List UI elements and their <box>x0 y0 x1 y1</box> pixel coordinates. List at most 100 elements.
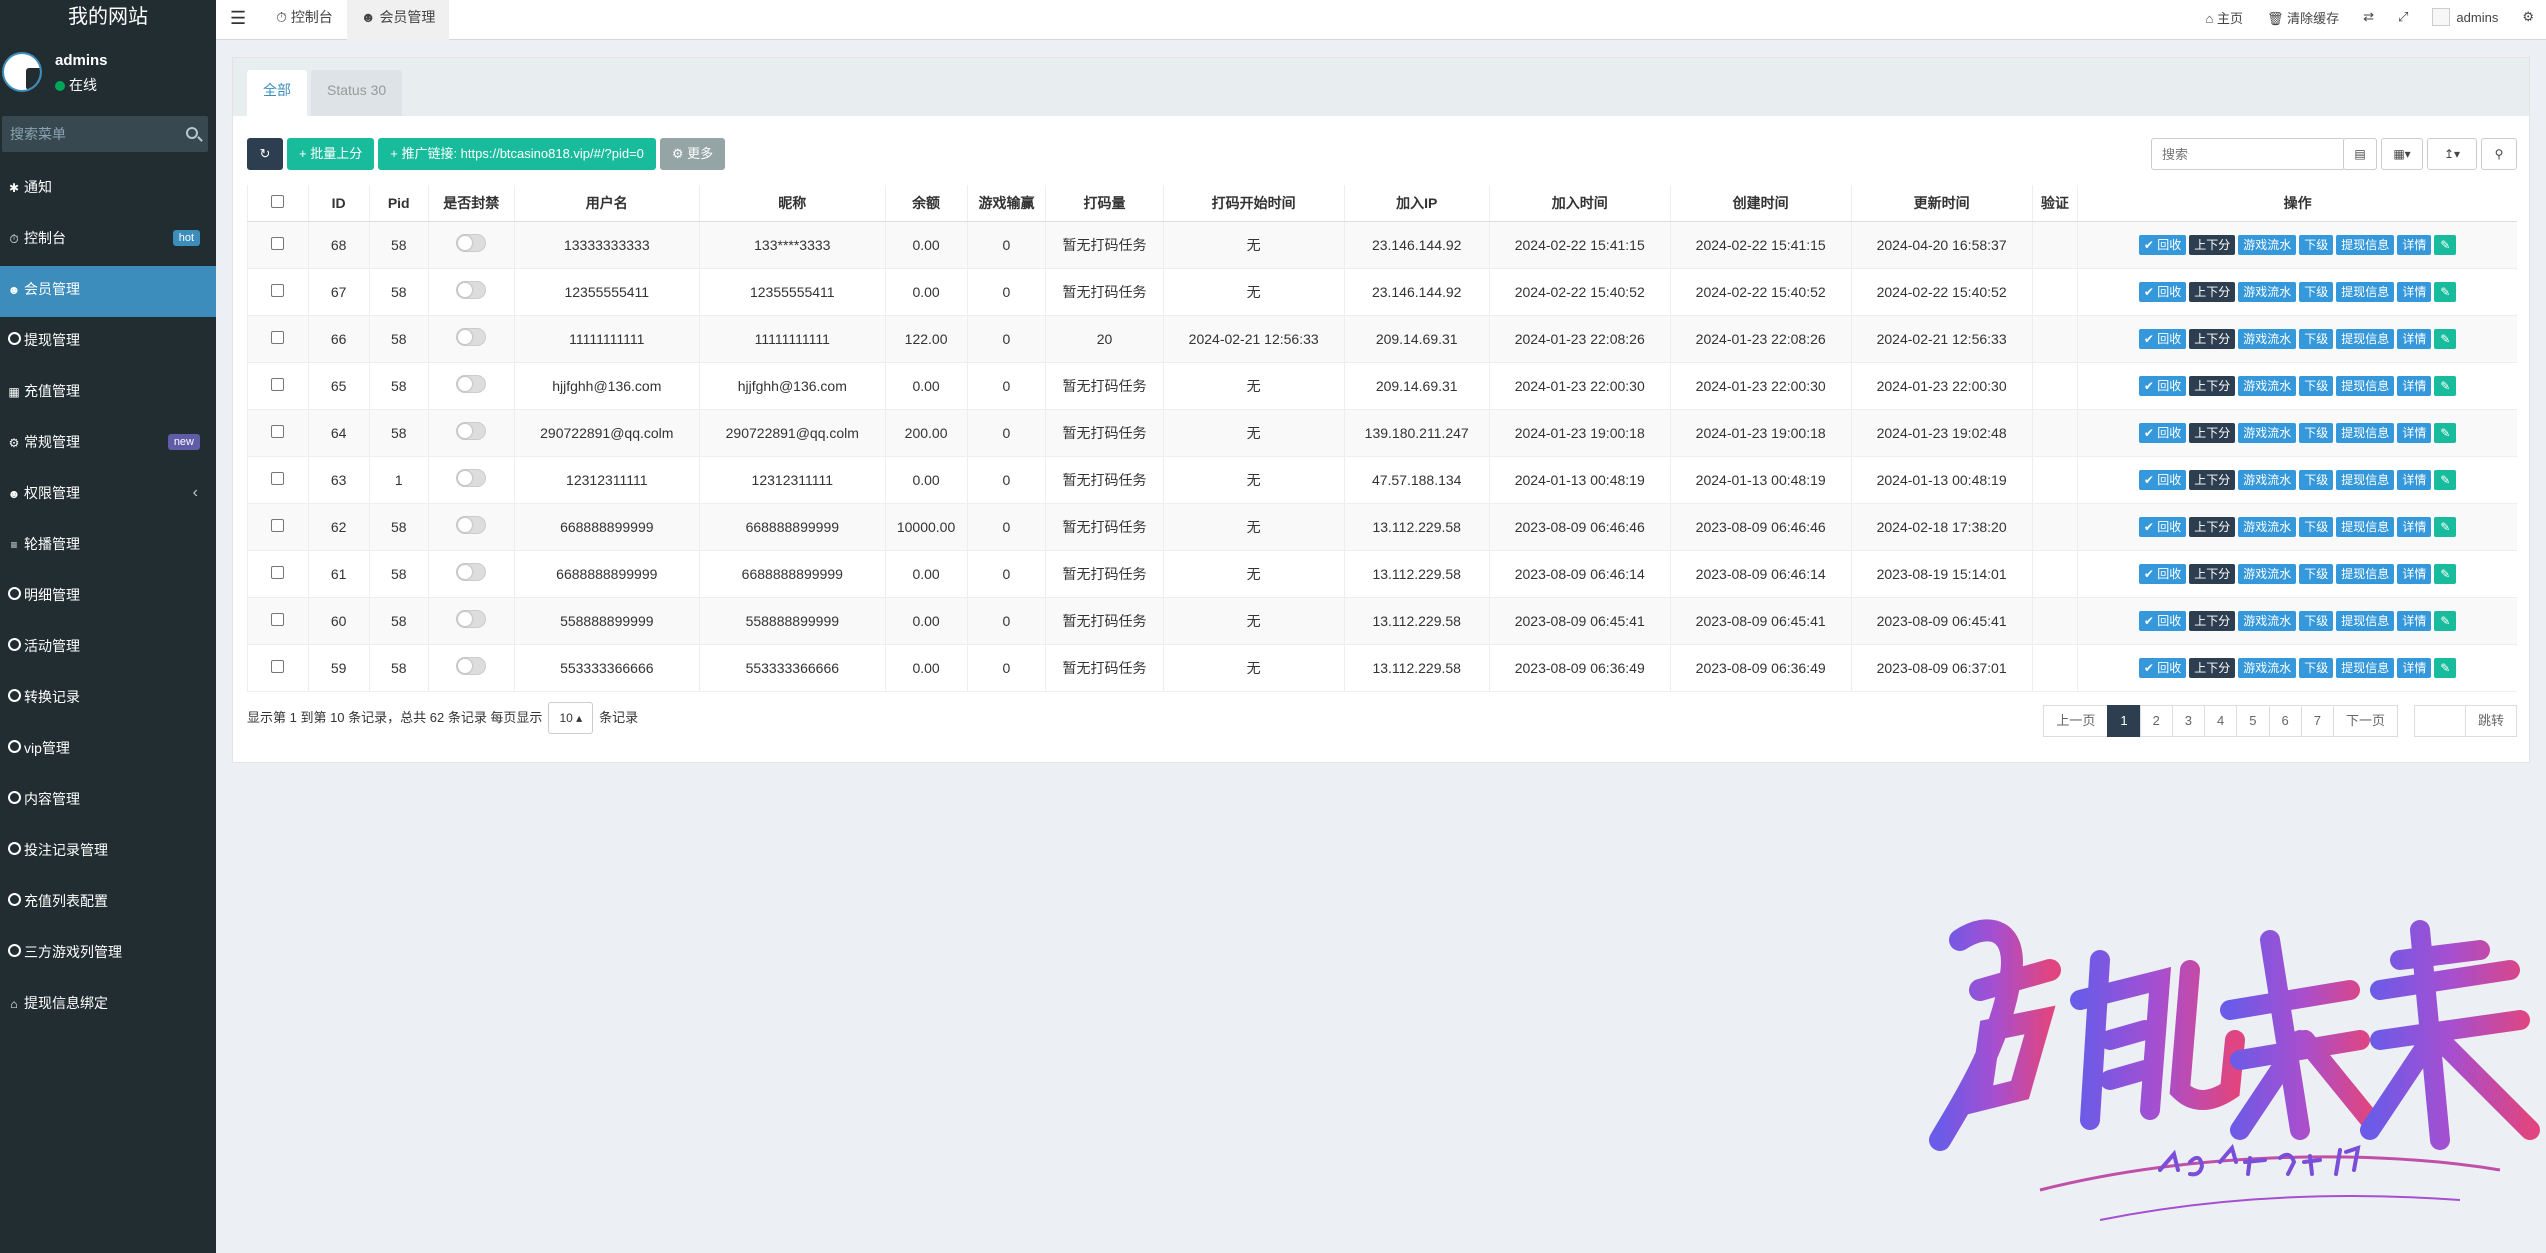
details-button[interactable]: 详情 <box>2397 610 2432 631</box>
sidebar-item-6[interactable]: ☻ 权限管理 ‹ <box>0 470 216 521</box>
row-checkbox[interactable] <box>271 283 285 297</box>
column-header[interactable]: 余额 <box>884 185 968 222</box>
game-flow-button[interactable]: 游戏流水 <box>2238 657 2297 678</box>
row-checkbox[interactable] <box>271 377 285 391</box>
game-flow-button[interactable]: 游戏流水 <box>2238 328 2297 349</box>
recycle-button[interactable]: ✔ 回收 <box>2138 469 2187 490</box>
jump-button[interactable]: 跳转 <box>2464 705 2517 737</box>
column-header[interactable]: 加入时间 <box>1488 185 1671 222</box>
adjust-credit-button[interactable]: 上下分 <box>2189 328 2236 349</box>
adjust-credit-button[interactable]: 上下分 <box>2189 375 2236 396</box>
column-header[interactable]: 验证 <box>2031 185 2078 222</box>
recycle-button[interactable]: ✔ 回收 <box>2138 657 2187 678</box>
withdraw-info-button[interactable]: 提现信息 <box>2336 469 2395 490</box>
export-button[interactable]: ↥▾ <box>2427 138 2477 170</box>
details-button[interactable]: 详情 <box>2397 375 2432 396</box>
withdraw-info-button[interactable]: 提现信息 <box>2336 610 2395 631</box>
ban-toggle[interactable] <box>456 657 487 675</box>
sidebar-item-3[interactable]: 提现管理 <box>0 317 216 368</box>
subordinates-button[interactable]: 下级 <box>2299 375 2334 396</box>
details-button[interactable]: 详情 <box>2397 469 2432 490</box>
ban-toggle[interactable] <box>456 469 487 487</box>
column-header[interactable]: 创建时间 <box>1669 185 1852 222</box>
column-header[interactable]: Pid <box>368 185 429 222</box>
row-checkbox[interactable] <box>271 330 285 344</box>
game-flow-button[interactable]: 游戏流水 <box>2238 469 2297 490</box>
page-4-button[interactable]: 4 <box>2204 705 2238 737</box>
ban-toggle[interactable] <box>456 375 487 393</box>
tab-dashboard[interactable]: ⏱ 控制台 <box>262 0 347 40</box>
recycle-button[interactable]: ✔ 回收 <box>2138 516 2187 537</box>
details-button[interactable]: 详情 <box>2397 657 2432 678</box>
sidebar-item-10[interactable]: 转换记录 <box>0 674 216 725</box>
sidebar-item-5[interactable]: ⚙ 常规管理 new <box>0 419 216 470</box>
details-button[interactable]: 详情 <box>2397 422 2432 443</box>
edit-button[interactable]: ✎ <box>2434 516 2457 537</box>
details-button[interactable]: 详情 <box>2397 234 2432 255</box>
subordinates-button[interactable]: 下级 <box>2299 563 2334 584</box>
subordinates-button[interactable]: 下级 <box>2299 234 2334 255</box>
withdraw-info-button[interactable]: 提现信息 <box>2336 375 2395 396</box>
page-size-select[interactable]: 10 ▴ <box>548 702 594 734</box>
clear-cache-button[interactable]: 🗑 清除缓存 <box>2255 8 2351 27</box>
game-flow-button[interactable]: 游戏流水 <box>2238 422 2297 443</box>
row-checkbox[interactable] <box>271 659 285 673</box>
batch-credit-button[interactable]: + 批量上分 <box>287 138 375 170</box>
edit-button[interactable]: ✎ <box>2434 375 2457 396</box>
fullscreen-button[interactable]: ⤢ <box>2386 9 2420 25</box>
menu-toggle-icon[interactable]: ☰ <box>230 8 246 29</box>
column-header[interactable]: 用户名 <box>513 185 700 222</box>
row-checkbox[interactable] <box>271 565 285 579</box>
recycle-button[interactable]: ✔ 回收 <box>2138 563 2187 584</box>
withdraw-info-button[interactable]: 提现信息 <box>2336 657 2395 678</box>
adjust-credit-button[interactable]: 上下分 <box>2189 422 2236 443</box>
edit-button[interactable]: ✎ <box>2434 563 2457 584</box>
ban-toggle[interactable] <box>456 281 487 299</box>
home-link[interactable]: ⌂ 主页 <box>2193 8 2255 27</box>
adjust-credit-button[interactable]: 上下分 <box>2189 469 2236 490</box>
tab-all[interactable]: 全部 <box>247 70 307 116</box>
sidebar-item-11[interactable]: vip管理 <box>0 725 216 776</box>
edit-button[interactable]: ✎ <box>2434 281 2457 302</box>
column-header[interactable]: 更新时间 <box>1850 185 2033 222</box>
settings-button[interactable]: ⚙ <box>2510 9 2546 25</box>
row-checkbox[interactable] <box>271 518 285 532</box>
jump-page-input[interactable] <box>2413 705 2466 737</box>
column-header[interactable]: 加入IP <box>1343 185 1490 222</box>
column-header[interactable]: 游戏输赢 <box>966 185 1046 222</box>
details-button[interactable]: 详情 <box>2397 328 2432 349</box>
column-header[interactable]: 昵称 <box>699 185 886 222</box>
adjust-credit-button[interactable]: 上下分 <box>2189 234 2236 255</box>
withdraw-info-button[interactable]: 提现信息 <box>2336 422 2395 443</box>
column-header[interactable]: 操作 <box>2077 185 2517 222</box>
user-menu[interactable]: admins <box>2420 8 2510 26</box>
sidebar-item-7[interactable]: ≡ 轮播管理 <box>0 521 216 572</box>
game-flow-button[interactable]: 游戏流水 <box>2238 516 2297 537</box>
subordinates-button[interactable]: 下级 <box>2299 422 2334 443</box>
next-page-button[interactable]: 下一页 <box>2332 705 2398 737</box>
edit-button[interactable]: ✎ <box>2434 657 2457 678</box>
column-header[interactable]: ID <box>307 185 370 222</box>
subordinates-button[interactable]: 下级 <box>2299 657 2334 678</box>
sidebar-item-9[interactable]: 活动管理 <box>0 623 216 674</box>
sidebar-item-0[interactable]: ✱ 通知 <box>0 164 216 215</box>
sidebar-item-8[interactable]: 明细管理 <box>0 572 216 623</box>
recycle-button[interactable]: ✔ 回收 <box>2138 234 2187 255</box>
ban-toggle[interactable] <box>456 516 487 534</box>
details-button[interactable]: 详情 <box>2397 281 2432 302</box>
ban-toggle[interactable] <box>456 328 487 346</box>
subordinates-button[interactable]: 下级 <box>2299 469 2334 490</box>
prev-page-button[interactable]: 上一页 <box>2043 705 2109 737</box>
translate-button[interactable]: ⇄ <box>2351 9 2386 25</box>
edit-button[interactable]: ✎ <box>2434 422 2457 443</box>
sidebar-item-16[interactable]: ⌂ 提现信息绑定 <box>0 980 216 1031</box>
refresh-button[interactable]: ↻ <box>247 138 283 170</box>
page-7-button[interactable]: 7 <box>2300 705 2334 737</box>
column-header[interactable]: 是否封禁 <box>427 185 515 222</box>
recycle-button[interactable]: ✔ 回收 <box>2138 610 2187 631</box>
select-all-checkbox[interactable] <box>271 194 285 208</box>
sidebar-item-13[interactable]: 投注记录管理 <box>0 827 216 878</box>
game-flow-button[interactable]: 游戏流水 <box>2238 375 2297 396</box>
page-1-button[interactable]: 1 <box>2107 705 2141 737</box>
more-button[interactable]: ⚙ 更多 <box>659 138 726 170</box>
